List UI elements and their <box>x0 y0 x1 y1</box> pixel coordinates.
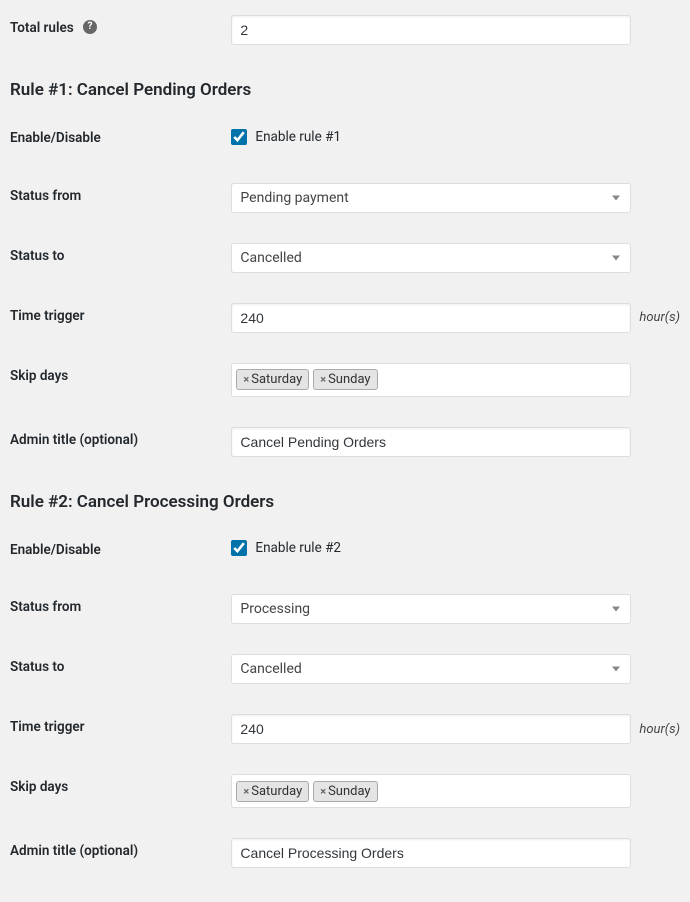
close-icon[interactable]: × <box>320 373 326 386</box>
close-icon[interactable]: × <box>320 785 326 798</box>
rule-1-skip-day-tag[interactable]: ×Sunday <box>313 369 377 390</box>
rule-2-time-trigger-unit: hour(s) <box>639 722 680 737</box>
rule-2-status-to-select[interactable]: Cancelled <box>231 654 631 684</box>
rule-2-enable-label: Enable/Disable <box>0 522 231 580</box>
rule-2-status-from-label: Status from <box>0 579 231 639</box>
rule-1-enable-label: Enable/Disable <box>0 110 231 168</box>
rule-2-status-to-label: Status to <box>0 639 231 699</box>
rule-1-admin-title-label: Admin title (optional) <box>0 412 231 472</box>
settings-form: Total rules ? Rule #1: Cancel Pending Or… <box>0 0 690 883</box>
rule-1-time-trigger-unit: hour(s) <box>639 310 680 325</box>
rule-2-skip-days-select[interactable]: ×Saturday ×Sunday <box>231 774 631 808</box>
close-icon[interactable]: × <box>243 373 249 386</box>
rule-1-status-to-select[interactable]: Cancelled <box>231 243 631 273</box>
rule-1-status-to-label: Status to <box>0 228 231 288</box>
rule-1-time-trigger-label: Time trigger <box>0 288 231 348</box>
rule-2-admin-title-label: Admin title (optional) <box>0 823 231 883</box>
rule-2-time-trigger-input[interactable] <box>231 714 631 744</box>
rule-2-skip-day-tag[interactable]: ×Sunday <box>313 781 377 802</box>
rule-1-time-trigger-input[interactable] <box>231 303 631 333</box>
rule-2-enable-checkbox[interactable] <box>231 540 247 556</box>
close-icon[interactable]: × <box>243 785 249 798</box>
rule-2-time-trigger-label: Time trigger <box>0 699 231 759</box>
rule-2-enable-checkbox-label[interactable]: Enable rule #2 <box>231 540 341 556</box>
rule-1-skip-days-select[interactable]: ×Saturday ×Sunday <box>231 363 631 397</box>
rule-1-status-from-select[interactable]: Pending payment <box>231 183 631 213</box>
rule-2-heading: Rule #2: Cancel Processing Orders <box>10 492 680 512</box>
rule-1-skip-days-label: Skip days <box>0 348 231 412</box>
rule-1-status-from-label: Status from <box>0 168 231 228</box>
rule-1-enable-checkbox-label[interactable]: Enable rule #1 <box>231 129 341 145</box>
rule-1-enable-checkbox[interactable] <box>231 129 247 145</box>
rule-2-status-from-select[interactable]: Processing <box>231 594 631 624</box>
rule-1-heading: Rule #1: Cancel Pending Orders <box>10 80 680 100</box>
rule-2-admin-title-input[interactable] <box>231 838 631 868</box>
rule-2-skip-days-label: Skip days <box>0 759 231 823</box>
total-rules-input[interactable] <box>231 15 631 45</box>
rule-1-skip-day-tag[interactable]: ×Saturday <box>236 369 309 390</box>
rule-1-admin-title-input[interactable] <box>231 427 631 457</box>
total-rules-label: Total rules ? <box>0 0 231 60</box>
rule-2-skip-day-tag[interactable]: ×Saturday <box>236 781 309 802</box>
help-icon[interactable]: ? <box>83 20 97 34</box>
